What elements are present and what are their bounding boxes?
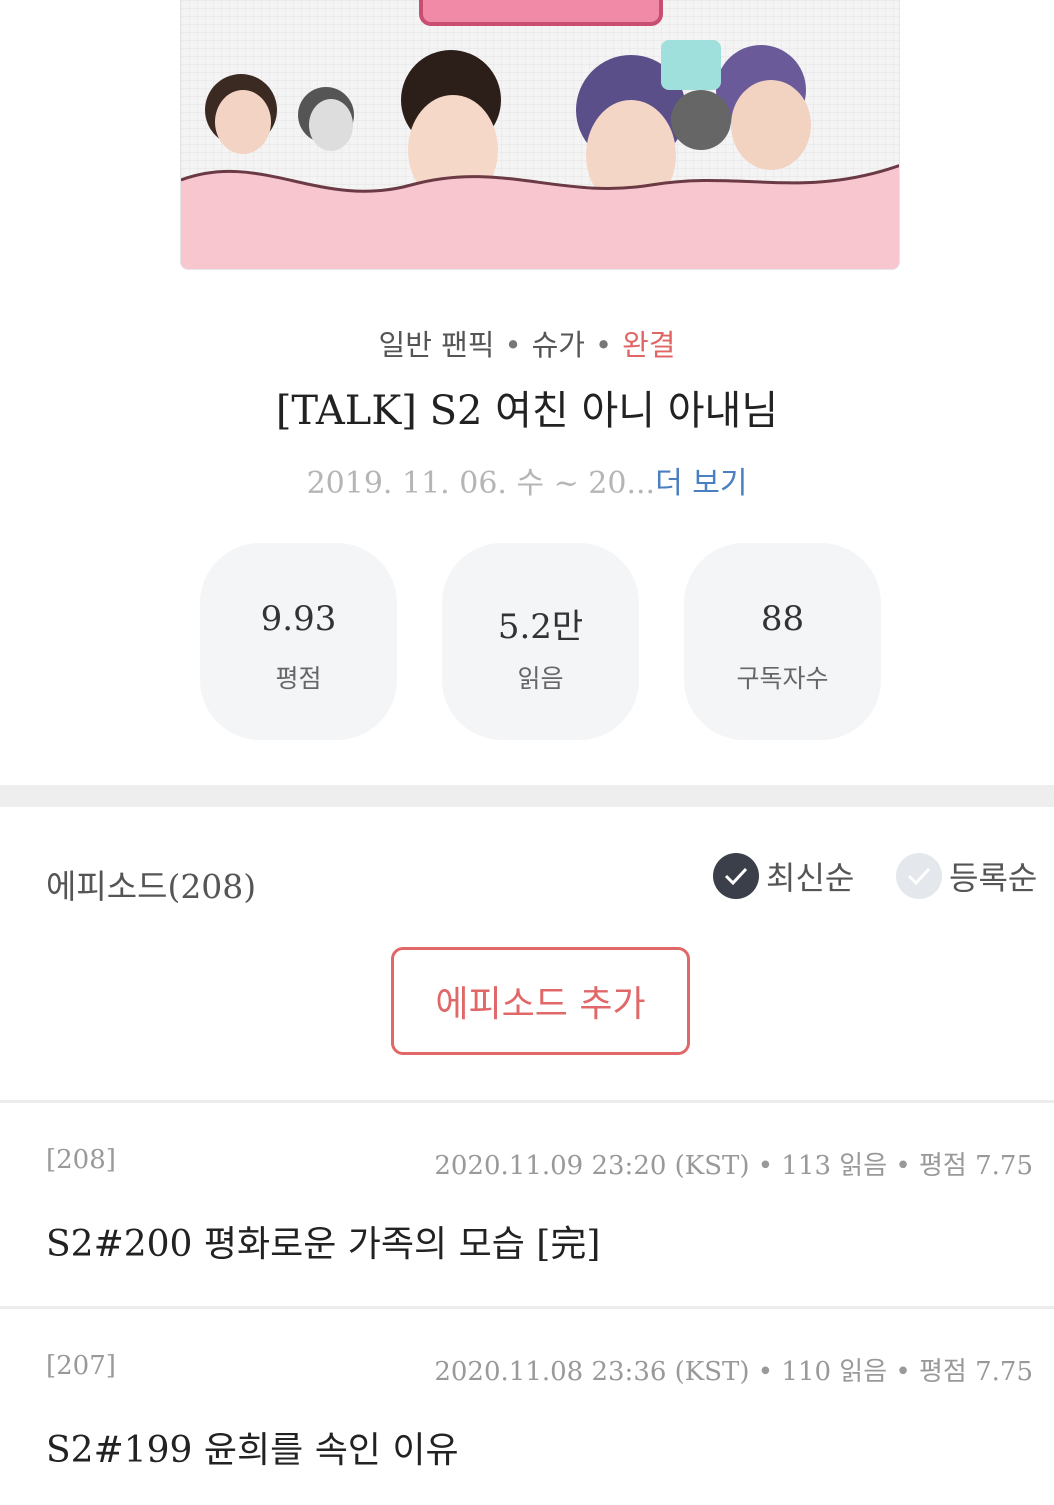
sort-latest-button[interactable]: 최신순	[713, 853, 854, 899]
sort-registered-button[interactable]: 등록순	[896, 853, 1037, 899]
category-label: 일반 팬픽	[378, 328, 495, 362]
episode-title: S2#200 평화로운 가족의 모습 [完]	[46, 1224, 601, 1265]
episode-row[interactable]: [208] 2020.11.09 23:20 (KST) • 113 읽음 • …	[0, 1103, 1054, 1308]
episodes-count-title: 에피소드(208)	[46, 867, 257, 906]
episode-number: [208]	[46, 1145, 116, 1175]
check-icon	[713, 853, 759, 899]
check-icon	[896, 853, 942, 899]
character-label: 슈가	[531, 328, 585, 362]
stat-reads: 5.2만 읽음	[442, 543, 639, 740]
section-divider	[0, 785, 1054, 807]
episode-number: [207]	[46, 1351, 116, 1381]
stat-label: 구독자수	[736, 664, 829, 693]
episode-title: S2#199 윤희를 속인 이유	[46, 1430, 459, 1471]
cover-art-icon	[181, 0, 899, 269]
sort-latest-label: 최신순	[766, 859, 855, 897]
more-link[interactable]: 더 보기	[655, 466, 747, 501]
date-range: 2019. 11. 06. 수 ~ 20...더 보기	[0, 458, 1054, 502]
date-range-text: 2019. 11. 06. 수 ~ 20...	[306, 466, 656, 501]
status-label: 완결	[622, 328, 676, 362]
stat-label: 평점	[275, 664, 322, 693]
cover-image	[180, 0, 900, 270]
separator-dot: •	[594, 328, 613, 362]
stat-value: 88	[760, 599, 805, 639]
work-title: [TALK] S2 여친 아니 아내님	[275, 388, 779, 434]
episode-info: 2020.11.09 23:20 (KST) • 113 읽음 • 평점 7.7…	[434, 1151, 1033, 1181]
sort-registered-label: 등록순	[949, 859, 1038, 897]
stat-label: 읽음	[517, 664, 564, 693]
stat-subscribers: 88 구독자수	[684, 543, 881, 740]
stat-value: 9.93	[260, 599, 337, 639]
stats-panel: 9.93 평점 5.2만 읽음 88 구독자수	[200, 543, 882, 741]
stat-rating: 9.93 평점	[200, 543, 397, 740]
add-episode-button[interactable]: 에피소드 추가	[391, 947, 690, 1055]
episode-info: 2020.11.08 23:36 (KST) • 110 읽음 • 평점 7.7…	[434, 1357, 1033, 1387]
episode-row[interactable]: [207] 2020.11.08 23:36 (KST) • 110 읽음 • …	[0, 1309, 1054, 1505]
separator-dot: •	[504, 328, 522, 362]
work-meta: 일반 팬픽 • 슈가 • 완결	[0, 322, 1054, 364]
stat-value: 5.2만	[497, 607, 584, 647]
